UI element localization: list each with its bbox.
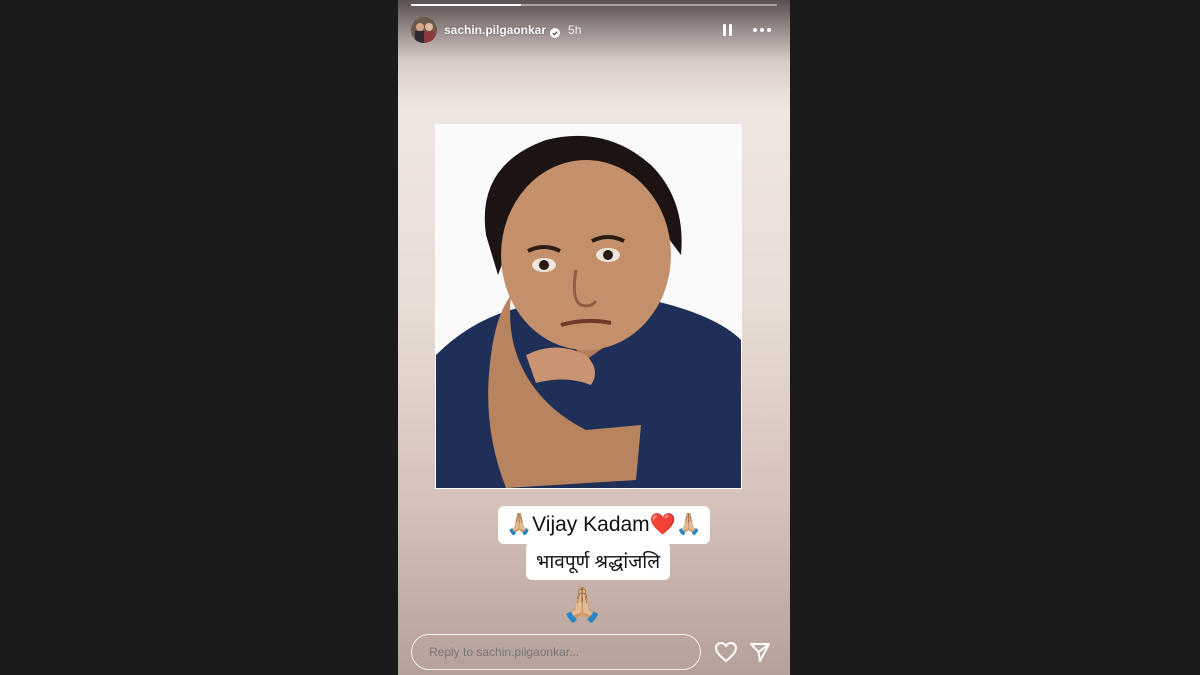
reply-input[interactable] bbox=[411, 634, 701, 670]
more-options-icon[interactable] bbox=[753, 28, 771, 32]
folded-hands-emoji: 🙏🏼 bbox=[675, 513, 702, 536]
pause-icon[interactable] bbox=[723, 24, 733, 36]
folded-hands-sticker: 🙏🏼 bbox=[561, 586, 604, 624]
avatar[interactable] bbox=[411, 17, 437, 43]
story-viewer: sachin.pilgaonkar 5h 🙏🏼 Vijay Kadam ❤️ 🙏… bbox=[398, 0, 790, 675]
caption-name: 🙏🏼 Vijay Kadam ❤️ 🙏🏼 bbox=[498, 506, 710, 544]
story-time: 5h bbox=[568, 23, 582, 37]
story-progress-bar bbox=[411, 4, 777, 6]
heart-icon[interactable] bbox=[714, 641, 738, 663]
red-heart-emoji: ❤️ bbox=[649, 513, 676, 536]
username[interactable]: sachin.pilgaonkar bbox=[444, 23, 546, 37]
send-icon[interactable] bbox=[749, 641, 771, 663]
story-photo bbox=[435, 124, 742, 489]
caption-tribute: भावपूर्ण श्रद्धांजलि bbox=[526, 542, 671, 580]
story-progress-fill bbox=[411, 4, 521, 6]
caption-name-text: Vijay Kadam bbox=[532, 513, 650, 536]
story-header: sachin.pilgaonkar 5h bbox=[411, 16, 777, 44]
verified-badge-icon bbox=[550, 25, 561, 38]
folded-hands-emoji: 🙏🏼 bbox=[506, 513, 533, 536]
